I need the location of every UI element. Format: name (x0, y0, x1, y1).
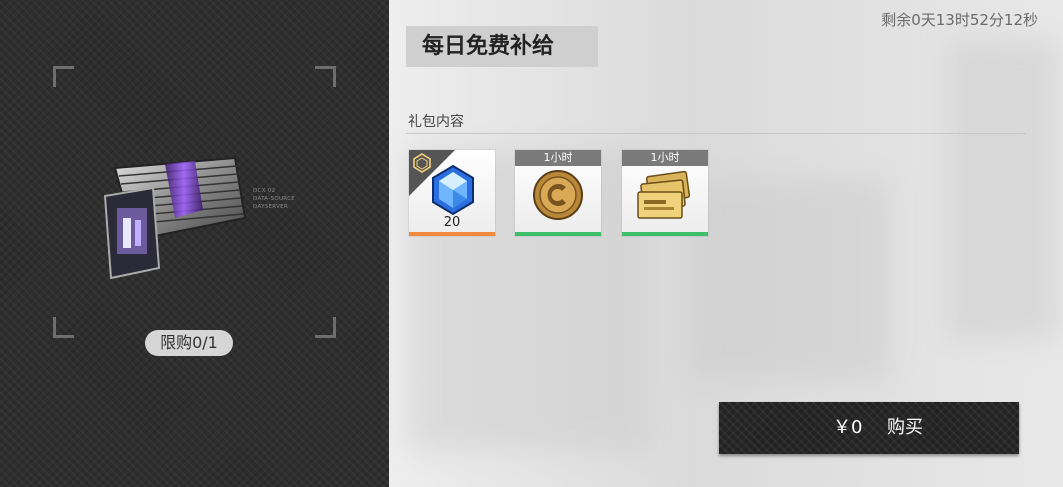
gold-coin-icon (533, 170, 583, 220)
countdown-timer: 剩余0天13时52分12秒 (881, 11, 1038, 29)
blue-crystal-icon (432, 164, 474, 216)
frame-corner-bottom-right (315, 317, 336, 338)
rarity-bar-orange (409, 232, 495, 236)
item-duration: 1小时 (622, 150, 708, 166)
frame-corner-top-right (315, 66, 336, 87)
section-label: 礼包内容 (408, 114, 464, 130)
reward-item-crystal[interactable]: 20 (409, 150, 495, 236)
item-quantity: 20 (443, 215, 461, 230)
rarity-bar-green (515, 232, 601, 236)
package-preview-panel: DCX 02 DATA-SOURCE DAYSERVER 限购0/1 (0, 0, 389, 487)
section-divider (406, 133, 1026, 134)
reward-item-exp-cards[interactable]: 1小时 (622, 150, 708, 236)
item-duration: 1小时 (515, 150, 601, 166)
exp-cards-icon (637, 170, 691, 219)
frame-corner-bottom-left (53, 317, 74, 338)
frame-corner-top-left (53, 66, 74, 87)
buy-price: ￥0 (833, 417, 863, 438)
rarity-bar-green (622, 232, 708, 236)
package-title: 每日免费补给 (422, 34, 555, 59)
buy-label: 购买 (887, 417, 923, 438)
package-title-box: 每日免费补给 (406, 26, 598, 67)
purchase-limit-badge: 限购0/1 (145, 330, 233, 356)
reward-item-coin[interactable]: 1小时 (515, 150, 601, 236)
device-caption: DCX 02 DATA-SOURCE DAYSERVER (253, 188, 296, 210)
buy-button[interactable]: ￥0 购买 (719, 402, 1019, 454)
supply-crate-image (103, 156, 247, 280)
